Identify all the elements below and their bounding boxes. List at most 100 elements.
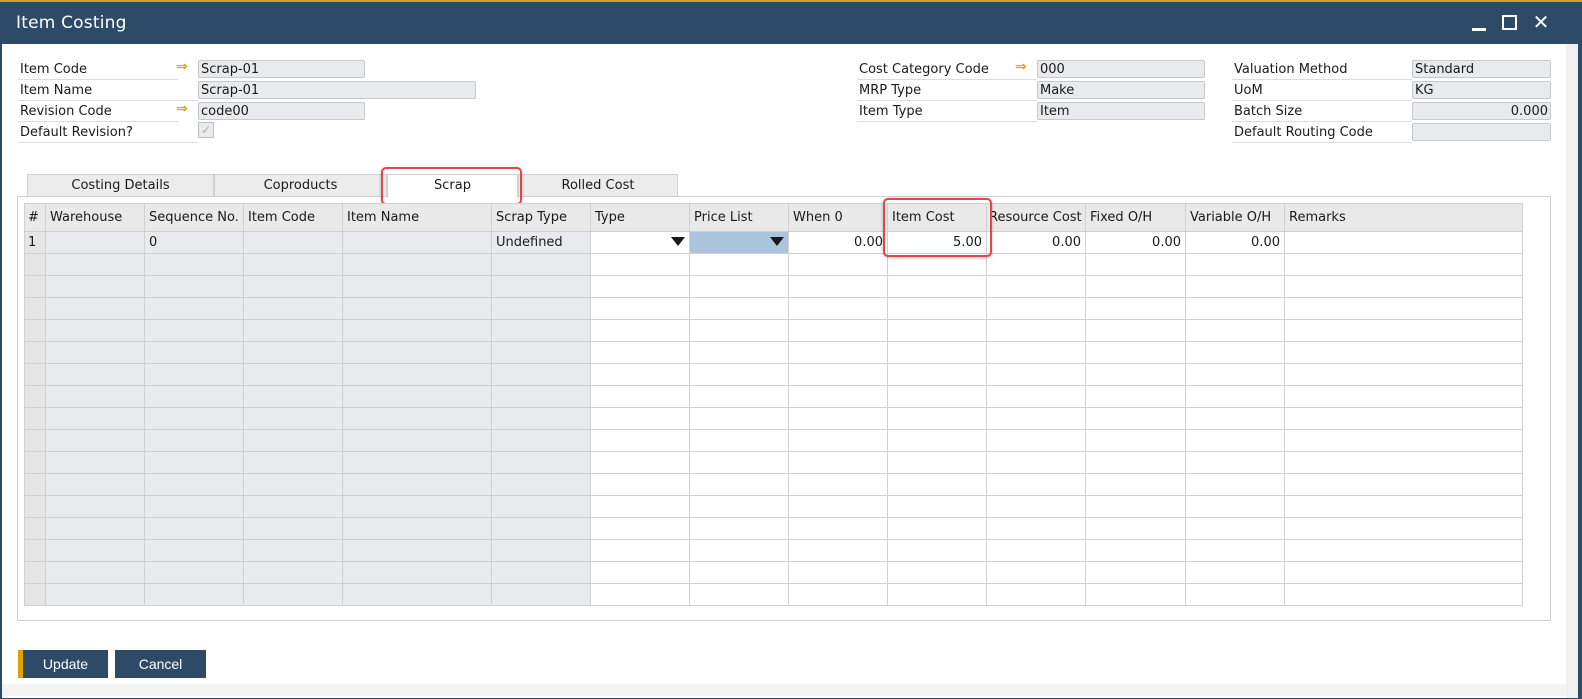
cell-scrap-type[interactable] <box>491 341 591 364</box>
cell-remarks[interactable] <box>1284 517 1523 540</box>
cell-item-cost[interactable] <box>887 297 987 320</box>
cell-warehouse[interactable] <box>45 363 145 386</box>
tab-rolled-cost[interactable]: Rolled Cost <box>518 174 678 196</box>
cell-remarks[interactable] <box>1284 473 1523 496</box>
cell-sequence-no[interactable] <box>144 495 244 518</box>
revision-code-field[interactable]: code00 <box>198 102 365 120</box>
cell-when-0[interactable] <box>788 275 888 298</box>
cell-row-number[interactable] <box>24 363 46 386</box>
default-revision-checkbox[interactable]: ✓ <box>198 122 214 138</box>
cell-sequence-no[interactable] <box>144 385 244 408</box>
cell-sequence-no[interactable] <box>144 473 244 496</box>
cell-type[interactable] <box>590 363 690 386</box>
cell-type[interactable] <box>590 495 690 518</box>
cell-sequence-no[interactable] <box>144 297 244 320</box>
cell-row-number[interactable] <box>24 341 46 364</box>
cell-type[interactable] <box>590 451 690 474</box>
cell-row-number[interactable] <box>24 319 46 342</box>
cell-price-list[interactable] <box>689 319 789 342</box>
cell-type-dropdown[interactable] <box>590 231 690 254</box>
cell-item-code[interactable] <box>243 561 343 584</box>
cell-variable-oh[interactable] <box>1185 319 1285 342</box>
table-row[interactable] <box>24 341 1523 364</box>
cell-item-code[interactable] <box>243 275 343 298</box>
cell-type[interactable] <box>590 429 690 452</box>
cell-when-0[interactable]: 0.00 <box>788 231 888 254</box>
cell-fixed-oh[interactable] <box>1085 253 1186 276</box>
cell-when-0[interactable] <box>788 583 888 606</box>
cell-resource-cost[interactable] <box>986 495 1086 518</box>
cell-remarks[interactable] <box>1284 363 1523 386</box>
cell-fixed-oh[interactable] <box>1085 495 1186 518</box>
cell-item-cost[interactable] <box>887 495 987 518</box>
cell-price-list[interactable] <box>689 561 789 584</box>
cell-item-name[interactable] <box>342 363 492 386</box>
cell-scrap-type[interactable] <box>491 451 591 474</box>
cell-item-name[interactable] <box>342 407 492 430</box>
cell-price-list[interactable] <box>689 539 789 562</box>
cell-row-number[interactable] <box>24 539 46 562</box>
cell-when-0[interactable] <box>788 407 888 430</box>
cell-remarks[interactable] <box>1284 429 1523 452</box>
cell-price-list[interactable] <box>689 583 789 606</box>
cell-item-name[interactable] <box>342 429 492 452</box>
cell-resource-cost[interactable] <box>986 407 1086 430</box>
cell-variable-oh[interactable] <box>1185 253 1285 276</box>
cell-item-cost[interactable] <box>887 275 987 298</box>
cell-type[interactable] <box>590 517 690 540</box>
cell-price-list[interactable] <box>689 473 789 496</box>
cell-sequence-no[interactable] <box>144 341 244 364</box>
cell-item-cost[interactable] <box>887 407 987 430</box>
cell-item-code[interactable] <box>243 451 343 474</box>
col-header-item-name[interactable]: Item Name <box>342 203 492 232</box>
cell-type[interactable] <box>590 583 690 606</box>
cell-scrap-type[interactable] <box>491 275 591 298</box>
cell-fixed-oh[interactable]: 0.00 <box>1085 231 1186 254</box>
mrp-type-field[interactable]: Make <box>1037 81 1205 99</box>
cell-item-cost[interactable] <box>887 517 987 540</box>
cell-row-number[interactable] <box>24 275 46 298</box>
cell-variable-oh[interactable] <box>1185 275 1285 298</box>
cell-item-code[interactable] <box>243 341 343 364</box>
col-header-type[interactable]: Type <box>590 203 690 232</box>
cell-fixed-oh[interactable] <box>1085 407 1186 430</box>
dropdown-arrow-icon[interactable] <box>770 237 784 246</box>
cell-variable-oh[interactable]: 0.00 <box>1185 231 1285 254</box>
cell-remarks[interactable] <box>1284 231 1523 254</box>
cell-warehouse[interactable] <box>45 495 145 518</box>
cell-warehouse[interactable] <box>45 253 145 276</box>
cell-variable-oh[interactable] <box>1185 583 1285 606</box>
table-row[interactable] <box>24 583 1523 606</box>
cell-remarks[interactable] <box>1284 539 1523 562</box>
cell-item-code[interactable] <box>243 583 343 606</box>
cell-price-list[interactable] <box>689 341 789 364</box>
cell-sequence-no[interactable] <box>144 517 244 540</box>
cell-row-number[interactable] <box>24 297 46 320</box>
cell-item-name[interactable] <box>342 297 492 320</box>
cell-item-code[interactable] <box>243 495 343 518</box>
cell-row-number[interactable] <box>24 495 46 518</box>
cell-type[interactable] <box>590 253 690 276</box>
cell-when-0[interactable] <box>788 429 888 452</box>
cell-price-list[interactable] <box>689 429 789 452</box>
cell-when-0[interactable] <box>788 297 888 320</box>
batch-size-field[interactable]: 0.000 <box>1412 102 1551 120</box>
cell-type[interactable] <box>590 561 690 584</box>
cell-remarks[interactable] <box>1284 451 1523 474</box>
cell-remarks[interactable] <box>1284 407 1523 430</box>
cell-when-0[interactable] <box>788 385 888 408</box>
cell-type[interactable] <box>590 319 690 342</box>
cell-scrap-type[interactable] <box>491 363 591 386</box>
cell-remarks[interactable] <box>1284 275 1523 298</box>
table-row[interactable] <box>24 253 1523 276</box>
cell-item-name[interactable] <box>342 319 492 342</box>
cell-sequence-no[interactable] <box>144 319 244 342</box>
col-header-sequence-no[interactable]: Sequence No. <box>144 203 244 232</box>
cell-resource-cost[interactable]: 0.00 <box>986 231 1086 254</box>
tab-coproducts[interactable]: Coproducts <box>214 174 387 196</box>
cell-fixed-oh[interactable] <box>1085 583 1186 606</box>
cell-fixed-oh[interactable] <box>1085 297 1186 320</box>
cell-when-0[interactable] <box>788 363 888 386</box>
cell-type[interactable] <box>590 341 690 364</box>
cell-item-name[interactable] <box>342 561 492 584</box>
